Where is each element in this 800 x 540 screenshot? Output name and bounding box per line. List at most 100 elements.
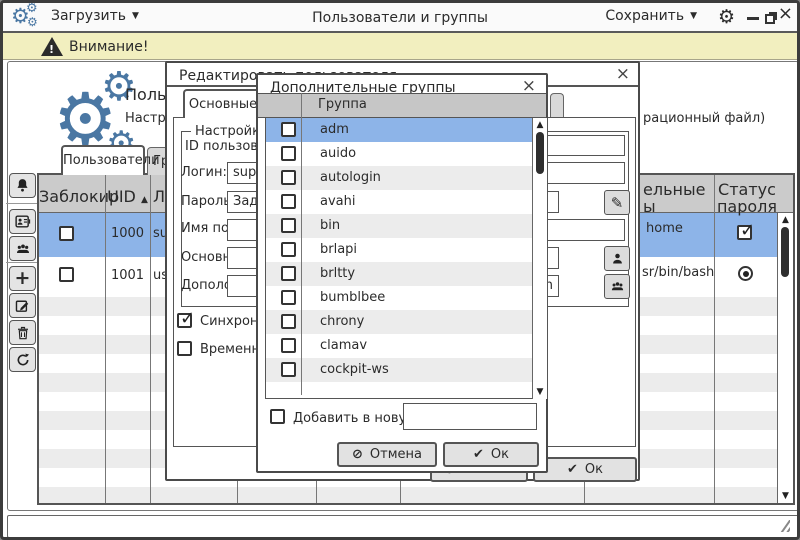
trash-icon [15,325,31,341]
group-row-empty [266,382,547,399]
add-user-button[interactable]: + [9,266,36,291]
sidebar-separator [6,203,38,204]
save-menu-button[interactable]: Сохранить ▼ [605,8,697,24]
scroll-down-icon[interactable]: ▼ [778,491,793,501]
scroll-up-icon[interactable]: ▲ [778,215,793,225]
page-subtitle-right: рационный файл) [643,111,765,126]
scrollbar-thumb[interactable] [536,132,544,174]
plus-icon: + [15,269,31,288]
warning-icon: ! [41,37,63,56]
new-group-field[interactable] [403,403,537,430]
refresh-icon [15,352,31,368]
close-icon[interactable]: × [616,66,630,82]
row1-password-status-checkbox[interactable] [737,225,752,240]
group-row[interactable]: chrony [266,310,547,334]
edit-ok-button[interactable]: ✔ Ок [533,457,637,482]
window-title: Пользователи и группы [203,10,597,26]
group-row[interactable]: auido [266,142,547,166]
warning-exclamation: ! [49,43,54,56]
settings-gear-icon[interactable]: ⚙ [718,6,735,28]
add-new-group-checkbox[interactable] [270,409,285,424]
scrollbar-thumb[interactable] [781,227,789,277]
row1-blocked-checkbox[interactable] [59,226,74,241]
save-menu-label: Сохранить [605,8,684,24]
status-bar [7,515,799,538]
scroll-up-icon[interactable]: ▲ [533,120,547,130]
group-checkbox[interactable] [281,122,296,137]
row2-path: sr/bin/bash [642,265,714,280]
tab-users[interactable]: Пользователи [61,145,145,175]
row2-blocked-checkbox[interactable] [59,267,74,282]
group-checkbox[interactable] [281,314,296,329]
col-header-status-line2[interactable]: пароля [714,197,780,216]
group-row[interactable]: brlapi [266,238,547,262]
group-checkbox[interactable] [281,194,296,209]
edit-icon [14,297,31,314]
group-checkbox[interactable] [281,290,296,305]
group-name: cockpit-ws [320,362,389,377]
load-menu-label: Загрузить [51,8,126,24]
sidebar-separator [6,262,38,263]
group-row[interactable]: avahi [266,190,547,214]
scroll-down-icon[interactable]: ▼ [533,387,547,397]
group-checkbox[interactable] [281,146,296,161]
close-icon[interactable]: × [522,78,536,94]
groups-cancel-label: Отмена [370,447,422,462]
group-name: bin [320,218,340,233]
refresh-button[interactable] [9,347,36,372]
warning-text: Внимание! [69,39,148,55]
group-checkbox[interactable] [281,362,296,377]
group-checkbox[interactable] [281,338,296,353]
group-row-selected[interactable]: adm [266,118,547,142]
groups-scrollbar[interactable]: ▲ ▼ [532,118,547,399]
col-header-extra-line2[interactable]: ы [643,197,703,216]
group-name: bumblbee [320,290,385,305]
resize-grip[interactable] [776,520,790,532]
gear-icon: ⚙ [26,2,38,15]
close-window-button[interactable]: × [778,5,793,23]
group-row[interactable]: autologin [266,166,547,190]
maximize-button[interactable] [765,14,775,24]
table-scrollbar[interactable]: ▲ ▼ [777,213,793,503]
group-name: autologin [320,170,381,185]
pick-groups-button[interactable] [604,274,630,299]
warning-bar: ! Внимание! [3,33,797,60]
groups-ok-label: Ок [491,447,509,462]
row2-password-status-radio[interactable] [738,266,753,281]
edit-password-button[interactable]: ✎ [604,190,630,215]
temporary-checkbox[interactable] [177,341,192,356]
notifications-button[interactable] [9,173,36,198]
minimize-button[interactable] [747,17,759,20]
groups-ok-button[interactable]: ✔ Ок [443,442,539,467]
col-header-uid[interactable]: UID ▲ [105,187,150,206]
group-checkbox[interactable] [281,170,296,185]
group-row[interactable]: clamav [266,334,547,358]
delete-user-button[interactable] [9,320,36,345]
tab-hidden[interactable] [550,93,564,118]
sync-checkbox[interactable] [177,313,192,328]
load-menu-button[interactable]: Загрузить▼ [51,8,139,24]
check-icon: ✔ [567,462,578,477]
group-row[interactable]: cockpit-ws [266,358,547,382]
column-divider [105,175,106,503]
group-name: brltty [320,266,355,281]
edit-user-button[interactable] [9,293,36,318]
user-groups-button[interactable] [9,236,36,261]
login-label: Логин: [181,165,227,180]
group-row[interactable]: brltty [266,262,547,286]
row1-uid: 1000 [105,226,150,241]
group-column-header: Группа [318,97,367,112]
group-row[interactable]: bin [266,214,547,238]
tab-basic[interactable]: Основные [183,89,263,118]
user-card-button[interactable] [9,209,36,234]
col-header-blocked[interactable]: Заблокир [39,187,105,206]
group-checkbox[interactable] [281,218,296,233]
pick-user-button[interactable] [604,246,630,271]
users-icon [609,279,626,294]
group-checkbox[interactable] [281,266,296,281]
groups-cancel-button[interactable]: ⊘ Отмена [337,442,437,467]
group-name: avahi [320,194,355,209]
chevron-down-icon: ▼ [690,11,697,21]
group-row[interactable]: bumblbee [266,286,547,310]
group-checkbox[interactable] [281,242,296,257]
